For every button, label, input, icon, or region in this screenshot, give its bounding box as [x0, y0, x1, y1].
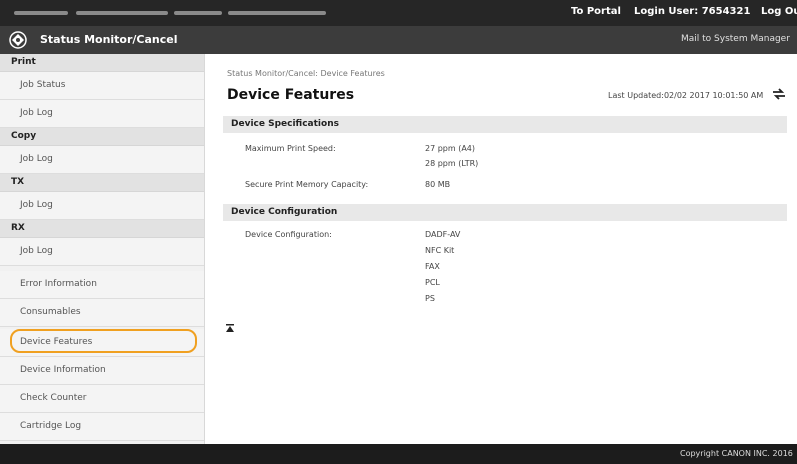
sidebar-item-consumables[interactable]: Consumables	[0, 299, 204, 327]
sidebar-item-check-counter[interactable]: Check Counter	[0, 385, 204, 413]
url-text-obscured	[76, 11, 168, 15]
sidebar-item-print-job-log[interactable]: Job Log	[0, 100, 204, 128]
sidebar-item-error-information[interactable]: Error Information	[0, 271, 204, 299]
config-item: DADF-AV	[425, 230, 461, 239]
device-configuration-label: Device Configuration:	[245, 230, 332, 239]
sidebar-item-cartridge-log[interactable]: Cartridge Log	[0, 413, 204, 441]
max-print-speed-ltr: 28 ppm (LTR)	[425, 159, 479, 168]
sidebar-item-tx-job-log[interactable]: Job Log	[0, 192, 204, 220]
sidebar-heading-rx: RX	[0, 220, 204, 238]
main-content	[205, 54, 797, 444]
device-features-highlight-outline	[10, 329, 197, 353]
sidebar-item-copy-job-log[interactable]: Job Log	[0, 146, 204, 174]
page-title: Device Features	[227, 87, 355, 103]
config-item: PS	[425, 294, 435, 303]
url-text-obscured	[174, 11, 222, 15]
url-text-obscured	[14, 11, 68, 15]
device-specifications-heading: Device Specifications	[223, 116, 787, 133]
last-updated-text: Last Updated:02/02 2017 10:01:50 AM	[608, 91, 764, 100]
config-item: NFC Kit	[425, 246, 455, 255]
sidebar-heading-copy: Copy	[0, 128, 204, 146]
url-text-obscured	[228, 11, 326, 15]
max-print-speed-label: Maximum Print Speed:	[245, 144, 336, 153]
secure-memory-label: Secure Print Memory Capacity:	[245, 180, 369, 189]
mail-to-system-manager-link[interactable]: Mail to System Manager	[681, 34, 790, 44]
refresh-icon[interactable]	[771, 86, 787, 102]
config-item: FAX	[425, 262, 440, 271]
secure-memory-value: 80 MB	[425, 180, 451, 189]
top-bar: To Portal Login User: 7654321 Log Out	[0, 0, 797, 26]
config-item: PCL	[425, 278, 440, 287]
sidebar-item-rx-job-log[interactable]: Job Log	[0, 238, 204, 266]
status-monitor-icon	[9, 31, 27, 49]
login-user-text: Login User: 7654321	[634, 6, 751, 17]
sidebar-item-print-job-status[interactable]: Job Status	[0, 72, 204, 100]
sidebar-heading-print: Print	[0, 54, 204, 72]
sidebar-heading-tx: TX	[0, 174, 204, 192]
app-header: Status Monitor/Cancel Mail to System Man…	[0, 26, 797, 54]
to-portal-link[interactable]: To Portal	[571, 6, 621, 17]
log-out-link[interactable]: Log Out	[761, 6, 797, 17]
sidebar: Print Job Status Job Log Copy Job Log TX…	[0, 54, 205, 444]
back-to-top-icon[interactable]	[225, 323, 235, 333]
sidebar-item-device-information[interactable]: Device Information	[0, 357, 204, 385]
app-title: Status Monitor/Cancel	[40, 33, 178, 46]
copyright-text: Copyright CANON INC. 2016	[680, 449, 793, 458]
footer: Copyright CANON INC. 2016	[0, 444, 797, 464]
max-print-speed-a4: 27 ppm (A4)	[425, 144, 476, 153]
breadcrumb: Status Monitor/Cancel: Device Features	[227, 69, 385, 78]
device-configuration-heading: Device Configuration	[223, 204, 787, 221]
